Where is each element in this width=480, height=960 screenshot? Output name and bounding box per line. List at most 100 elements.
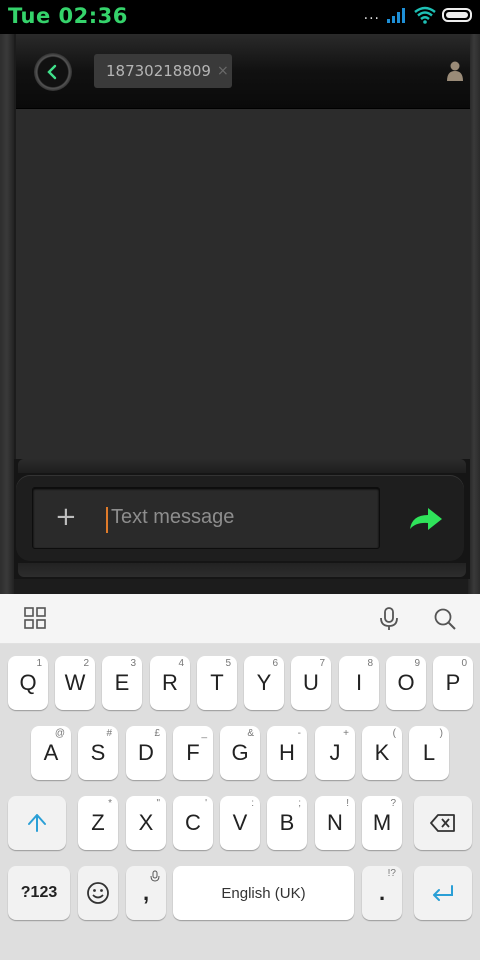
conversation-header: 18730218809 ×	[16, 34, 470, 109]
key-hint: :	[251, 798, 254, 809]
key-hint: !?	[387, 868, 396, 879]
send-arrow-icon[interactable]	[406, 503, 446, 537]
key-hint: -	[297, 728, 301, 739]
emoji-icon	[87, 882, 109, 904]
period-key[interactable]: . !?	[362, 866, 402, 920]
key-hint: !	[346, 798, 349, 809]
key-label: B	[279, 810, 295, 835]
key-hint: 6	[272, 658, 278, 669]
key-m[interactable]: M?	[362, 796, 402, 850]
symbols-key[interactable]: ?123	[8, 866, 70, 920]
shift-key[interactable]	[8, 796, 66, 850]
key-hint: 5	[225, 658, 231, 669]
back-button[interactable]	[34, 53, 72, 91]
key-label: O	[397, 670, 415, 695]
recipient-chip[interactable]: 18730218809 ×	[94, 54, 232, 88]
key-c[interactable]: C '	[173, 796, 213, 850]
key-f[interactable]: F _	[173, 726, 213, 780]
add-attachment-button[interactable]: +	[55, 502, 77, 532]
key-d[interactable]: D £	[126, 726, 166, 780]
key-o[interactable]: O9	[386, 656, 426, 710]
space-label: English (UK)	[221, 884, 306, 902]
key-x[interactable]: X "	[126, 796, 166, 850]
backspace-key[interactable]	[414, 796, 472, 850]
key-hint: 0	[461, 658, 467, 669]
key-t[interactable]: T5	[197, 656, 237, 710]
key-hint: )	[439, 728, 443, 739]
message-placeholder: Text message	[111, 506, 235, 528]
key-r[interactable]: R4	[150, 656, 190, 710]
contact-person-icon[interactable]	[446, 61, 464, 81]
key-s[interactable]: S #	[78, 726, 118, 780]
frame-left	[0, 34, 14, 594]
key-hint: &	[247, 728, 254, 739]
key-label: G	[231, 740, 249, 765]
key-label: D	[138, 740, 154, 765]
key-hint: *	[108, 798, 112, 809]
key-l[interactable]: L)	[409, 726, 449, 780]
wifi-icon	[414, 6, 436, 24]
key-v[interactable]: V:	[220, 796, 260, 850]
recipient-number: 18730218809	[106, 62, 211, 80]
backspace-icon	[430, 814, 455, 832]
grid-menu-icon[interactable]	[24, 607, 46, 629]
soft-keyboard: Q1 W2 E3 R4 T5 Y6 U7 I8 O9 P0 A @ S # D £ F…	[0, 644, 480, 960]
key-u[interactable]: U7	[291, 656, 331, 710]
key-y[interactable]: Y6	[244, 656, 284, 710]
space-key[interactable]: English (UK)	[173, 866, 354, 920]
search-icon[interactable]	[433, 607, 457, 631]
message-thread	[16, 109, 470, 459]
key-hint: 1	[36, 658, 42, 669]
key-n[interactable]: N!	[315, 796, 355, 850]
status-bar: Tue 02:36 ...	[0, 0, 480, 34]
key-h[interactable]: H-	[267, 726, 307, 780]
key-hint: "	[156, 798, 160, 809]
enter-icon	[433, 885, 453, 901]
status-time: Tue 02:36	[8, 4, 128, 28]
signal-icon	[387, 8, 405, 23]
key-label: W	[64, 670, 86, 695]
key-label: I	[355, 670, 363, 695]
message-input[interactable]: + Text message	[32, 487, 380, 549]
compose-panel: + Text message	[16, 475, 464, 561]
key-label: A	[43, 740, 59, 765]
more-dots: ...	[363, 7, 380, 23]
key-label: K	[374, 740, 390, 765]
key-label: Y	[256, 670, 272, 695]
key-k[interactable]: K(	[362, 726, 402, 780]
key-hint: +	[343, 728, 349, 739]
key-label: M	[372, 810, 392, 835]
compose-rail-bottom	[18, 563, 466, 577]
microphone-icon[interactable]	[378, 607, 400, 631]
key-z[interactable]: Z *	[78, 796, 118, 850]
key-j[interactable]: J +	[315, 726, 355, 780]
key-hint: #	[106, 728, 112, 739]
key-hint: '	[205, 798, 207, 809]
key-p[interactable]: P0	[433, 656, 473, 710]
key-label: ,	[142, 880, 150, 905]
shift-arrow-icon	[28, 814, 46, 832]
comma-key[interactable]: ,	[126, 866, 166, 920]
key-i[interactable]: I8	[339, 656, 379, 710]
status-icons: ...	[364, 6, 472, 24]
key-w[interactable]: W2	[55, 656, 95, 710]
enter-key[interactable]	[414, 866, 472, 920]
key-q[interactable]: Q1	[8, 656, 48, 710]
key-label: X	[138, 810, 154, 835]
key-label: R	[162, 670, 178, 695]
key-hint: ;	[298, 798, 301, 809]
key-a[interactable]: A @	[31, 726, 71, 780]
key-b[interactable]: B;	[267, 796, 307, 850]
key-hint: 3	[130, 658, 136, 669]
key-label: P	[445, 670, 461, 695]
keyboard-toolbar	[0, 594, 480, 644]
emoji-key[interactable]	[78, 866, 118, 920]
key-g[interactable]: G &	[220, 726, 260, 780]
key-hint: (	[392, 728, 396, 739]
messaging-app: 18730218809 × + Text message	[0, 34, 480, 594]
key-e[interactable]: E3	[102, 656, 142, 710]
key-hint: 4	[178, 658, 184, 669]
key-hint: @	[54, 728, 65, 739]
chip-close-icon[interactable]: ×	[217, 63, 229, 79]
back-arrow-icon	[47, 64, 57, 80]
